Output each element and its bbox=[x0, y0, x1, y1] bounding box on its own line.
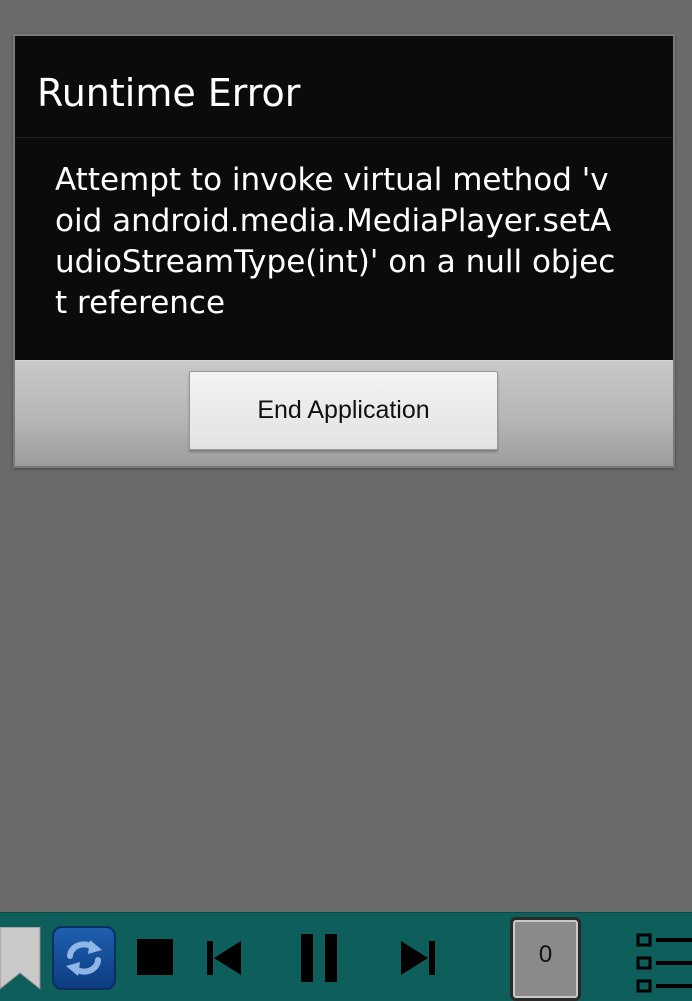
counter-display[interactable]: 0 bbox=[510, 917, 581, 1001]
next-icon[interactable] bbox=[401, 941, 435, 975]
repeat-button[interactable] bbox=[52, 926, 116, 990]
bookmark-icon[interactable] bbox=[0, 927, 42, 993]
dialog-button-bar: End Application bbox=[15, 360, 673, 466]
player-bar: 0 bbox=[0, 912, 692, 1001]
repeat-icon bbox=[66, 940, 102, 976]
end-application-button[interactable]: End Application bbox=[189, 371, 498, 450]
runtime-error-dialog: Runtime Error Attempt to invoke virtual … bbox=[13, 34, 675, 468]
dialog-message: Attempt to invoke virtual method 'void a… bbox=[55, 162, 616, 321]
previous-icon[interactable] bbox=[207, 941, 241, 975]
dialog-title: Runtime Error bbox=[15, 36, 673, 138]
playlist-icon[interactable] bbox=[636, 933, 692, 995]
pause-icon[interactable] bbox=[301, 934, 337, 982]
stop-icon[interactable] bbox=[137, 939, 173, 975]
